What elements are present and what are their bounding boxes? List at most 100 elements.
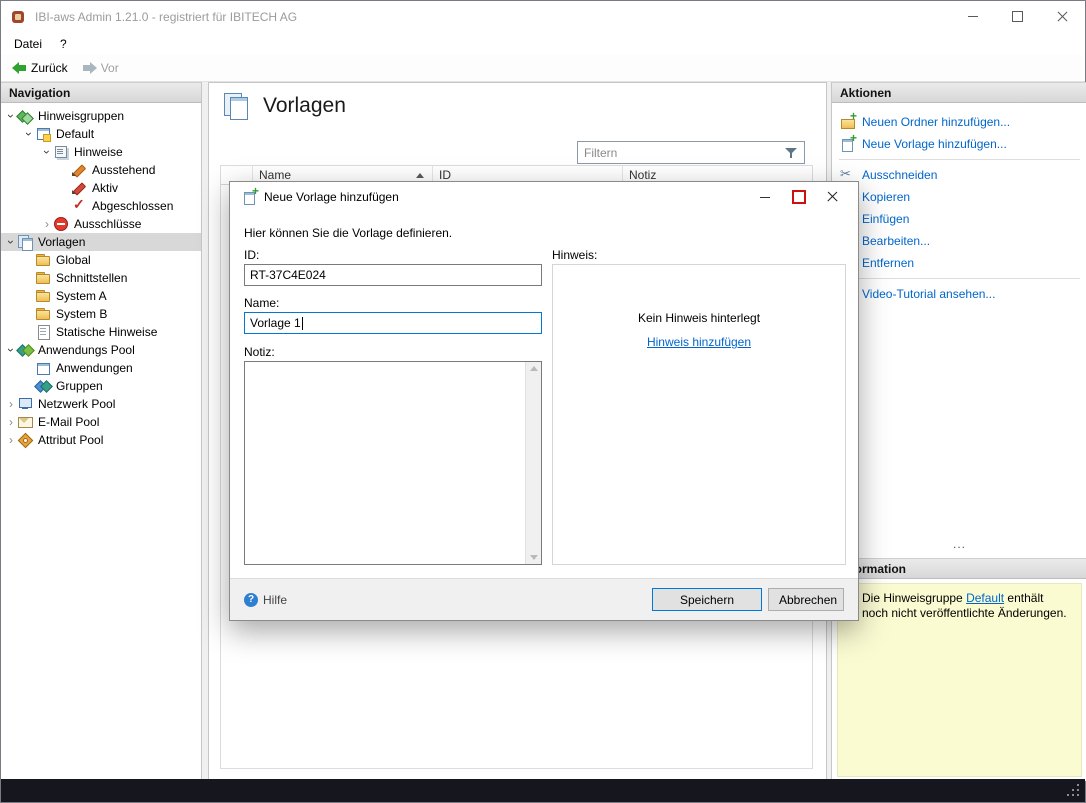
scrollbar[interactable] xyxy=(525,362,541,564)
action-new-template[interactable]: Neue Vorlage hinzufügen... xyxy=(832,133,1086,155)
tree-item-email-pool[interactable]: E-Mail Pool xyxy=(1,413,201,431)
help-link[interactable]: ? Hilfe xyxy=(244,593,287,607)
exclusions-icon xyxy=(53,216,69,232)
window-title: IBI-aws Admin 1.21.0 - registriert für I… xyxy=(35,10,950,24)
dialog-close-icon[interactable] xyxy=(816,185,850,209)
dialog-footer: ? Hilfe Speichern Abbrechen xyxy=(230,578,858,620)
tree-item-global[interactable]: Global xyxy=(1,251,201,269)
help-icon: ? xyxy=(244,593,258,607)
action-video-tutorial[interactable]: Video-Tutorial ansehen... xyxy=(832,283,1086,305)
chevron-collapsed-icon[interactable] xyxy=(5,414,17,430)
static-notices-icon xyxy=(35,324,51,340)
dialog-title-bar: Neue Vorlage hinzufügen xyxy=(230,182,858,212)
new-folder-icon xyxy=(840,114,856,130)
tree-item-schnittstellen[interactable]: Schnittstellen xyxy=(1,269,201,287)
action-edit[interactable]: Bearbeiten... xyxy=(832,230,1086,252)
menu-help[interactable]: ? xyxy=(51,35,76,53)
menu-bar: Datei ? xyxy=(1,32,1085,55)
filter-funnel-icon[interactable] xyxy=(783,146,799,160)
tree-item-vorlagen[interactable]: Vorlagen xyxy=(1,233,201,251)
chevron-expanded-icon[interactable] xyxy=(41,144,53,160)
attribute-pool-icon xyxy=(17,432,33,448)
scroll-up-icon[interactable] xyxy=(530,366,538,371)
chevron-expanded-icon[interactable] xyxy=(23,126,35,142)
close-icon[interactable] xyxy=(1040,1,1085,32)
filter-box xyxy=(577,141,805,164)
title-bar: IBI-aws Admin 1.21.0 - registriert für I… xyxy=(1,1,1085,32)
cancel-button[interactable]: Abbrechen xyxy=(768,588,844,611)
dialog-minimize-icon[interactable] xyxy=(748,185,782,209)
scroll-down-icon[interactable] xyxy=(530,555,538,560)
tree-item-default[interactable]: Default xyxy=(1,125,201,143)
network-pool-icon xyxy=(17,396,33,412)
tree-item-netzwerk-pool[interactable]: Netzwerk Pool xyxy=(1,395,201,413)
filter-input[interactable] xyxy=(578,143,783,162)
templates-page-icon xyxy=(223,93,253,119)
dialog-maximize-icon[interactable] xyxy=(782,185,816,209)
resize-grip-icon[interactable] xyxy=(1077,794,1079,796)
active-icon xyxy=(71,180,87,196)
tree-item-ausschluesse[interactable]: Ausschlüsse xyxy=(1,215,201,233)
notice-groups-icon xyxy=(17,108,33,124)
maximize-icon[interactable] xyxy=(995,1,1040,32)
completed-icon xyxy=(71,198,87,214)
chevron-expanded-icon[interactable] xyxy=(5,234,17,250)
toolbar: Zurück Vor xyxy=(1,55,1085,82)
tree-item-gruppen[interactable]: Gruppen xyxy=(1,377,201,395)
chevron-collapsed-icon[interactable] xyxy=(41,216,53,232)
minimize-icon[interactable] xyxy=(950,1,995,32)
tree-item-hinweise[interactable]: Hinweise xyxy=(1,143,201,161)
note-input[interactable] xyxy=(244,361,542,565)
folder-icon xyxy=(35,252,51,268)
forward-arrow-icon xyxy=(82,62,97,74)
folder-icon xyxy=(35,288,51,304)
save-button[interactable]: Speichern xyxy=(652,588,762,611)
information-header: Information xyxy=(832,558,1086,579)
email-pool-icon xyxy=(17,414,33,430)
id-input[interactable]: RT-37C4E024 xyxy=(244,264,542,286)
actions-divider xyxy=(839,159,1080,160)
name-input[interactable]: Vorlage 1 xyxy=(244,312,542,334)
information-message-box: i Die Hinweisgruppe Default enthält noch… xyxy=(837,583,1082,777)
menu-datei[interactable]: Datei xyxy=(5,35,51,53)
action-remove[interactable]: Entfernen xyxy=(832,252,1086,274)
back-arrow-icon xyxy=(12,62,27,74)
dialog-subtitle: Hier können Sie die Vorlage definieren. xyxy=(244,226,452,240)
back-button[interactable]: Zurück xyxy=(5,56,75,80)
pending-icon xyxy=(71,162,87,178)
application-pool-icon xyxy=(17,342,33,358)
actions-divider xyxy=(839,278,1080,279)
action-paste[interactable]: Einfügen xyxy=(832,208,1086,230)
navigation-tree: Hinweisgruppen Default Hinweise Ausstehe… xyxy=(1,103,201,449)
name-label: Name: xyxy=(244,296,279,310)
forward-button[interactable]: Vor xyxy=(75,56,126,80)
tree-item-abgeschlossen[interactable]: Abgeschlossen xyxy=(1,197,201,215)
page-title: Vorlagen xyxy=(263,94,346,118)
tree-item-anwendungen[interactable]: Anwendungen xyxy=(1,359,201,377)
tree-item-hinweisgruppen[interactable]: Hinweisgruppen xyxy=(1,107,201,125)
note-label: Notiz: xyxy=(244,345,275,359)
tree-item-system-b[interactable]: System B xyxy=(1,305,201,323)
tree-item-anwendungs-pool[interactable]: Anwendungs Pool xyxy=(1,341,201,359)
add-hinweis-link[interactable]: Hinweis hinzufügen xyxy=(647,335,751,349)
new-template-icon xyxy=(242,189,258,205)
action-copy[interactable]: Kopieren xyxy=(832,186,1086,208)
status-bar xyxy=(1,779,1085,802)
action-new-folder[interactable]: Neuen Ordner hinzufügen... xyxy=(832,111,1086,133)
information-section: Information i Die Hinweisgruppe Default … xyxy=(832,558,1086,781)
tree-item-system-a[interactable]: System A xyxy=(1,287,201,305)
navigation-panel: Navigation Hinweisgruppen Default Hinwei… xyxy=(1,82,202,781)
actions-list: Neuen Ordner hinzufügen... Neue Vorlage … xyxy=(832,103,1086,305)
tree-item-statische-hinweise[interactable]: Statische Hinweise xyxy=(1,323,201,341)
tree-item-ausstehend[interactable]: Ausstehend xyxy=(1,161,201,179)
default-group-link[interactable]: Default xyxy=(966,591,1004,605)
chevron-collapsed-icon[interactable] xyxy=(5,432,17,448)
tree-item-aktiv[interactable]: Aktiv xyxy=(1,179,201,197)
actions-header: Aktionen xyxy=(832,82,1086,103)
tree-item-attribut-pool[interactable]: Attribut Pool xyxy=(1,431,201,449)
hinweis-empty-text: Kein Hinweis hinterlegt xyxy=(553,265,845,325)
chevron-collapsed-icon[interactable] xyxy=(5,396,17,412)
folder-icon xyxy=(35,306,51,322)
action-cut[interactable]: Ausschneiden xyxy=(832,164,1086,186)
information-message: Die Hinweisgruppe Default enthält noch n… xyxy=(862,591,1067,620)
